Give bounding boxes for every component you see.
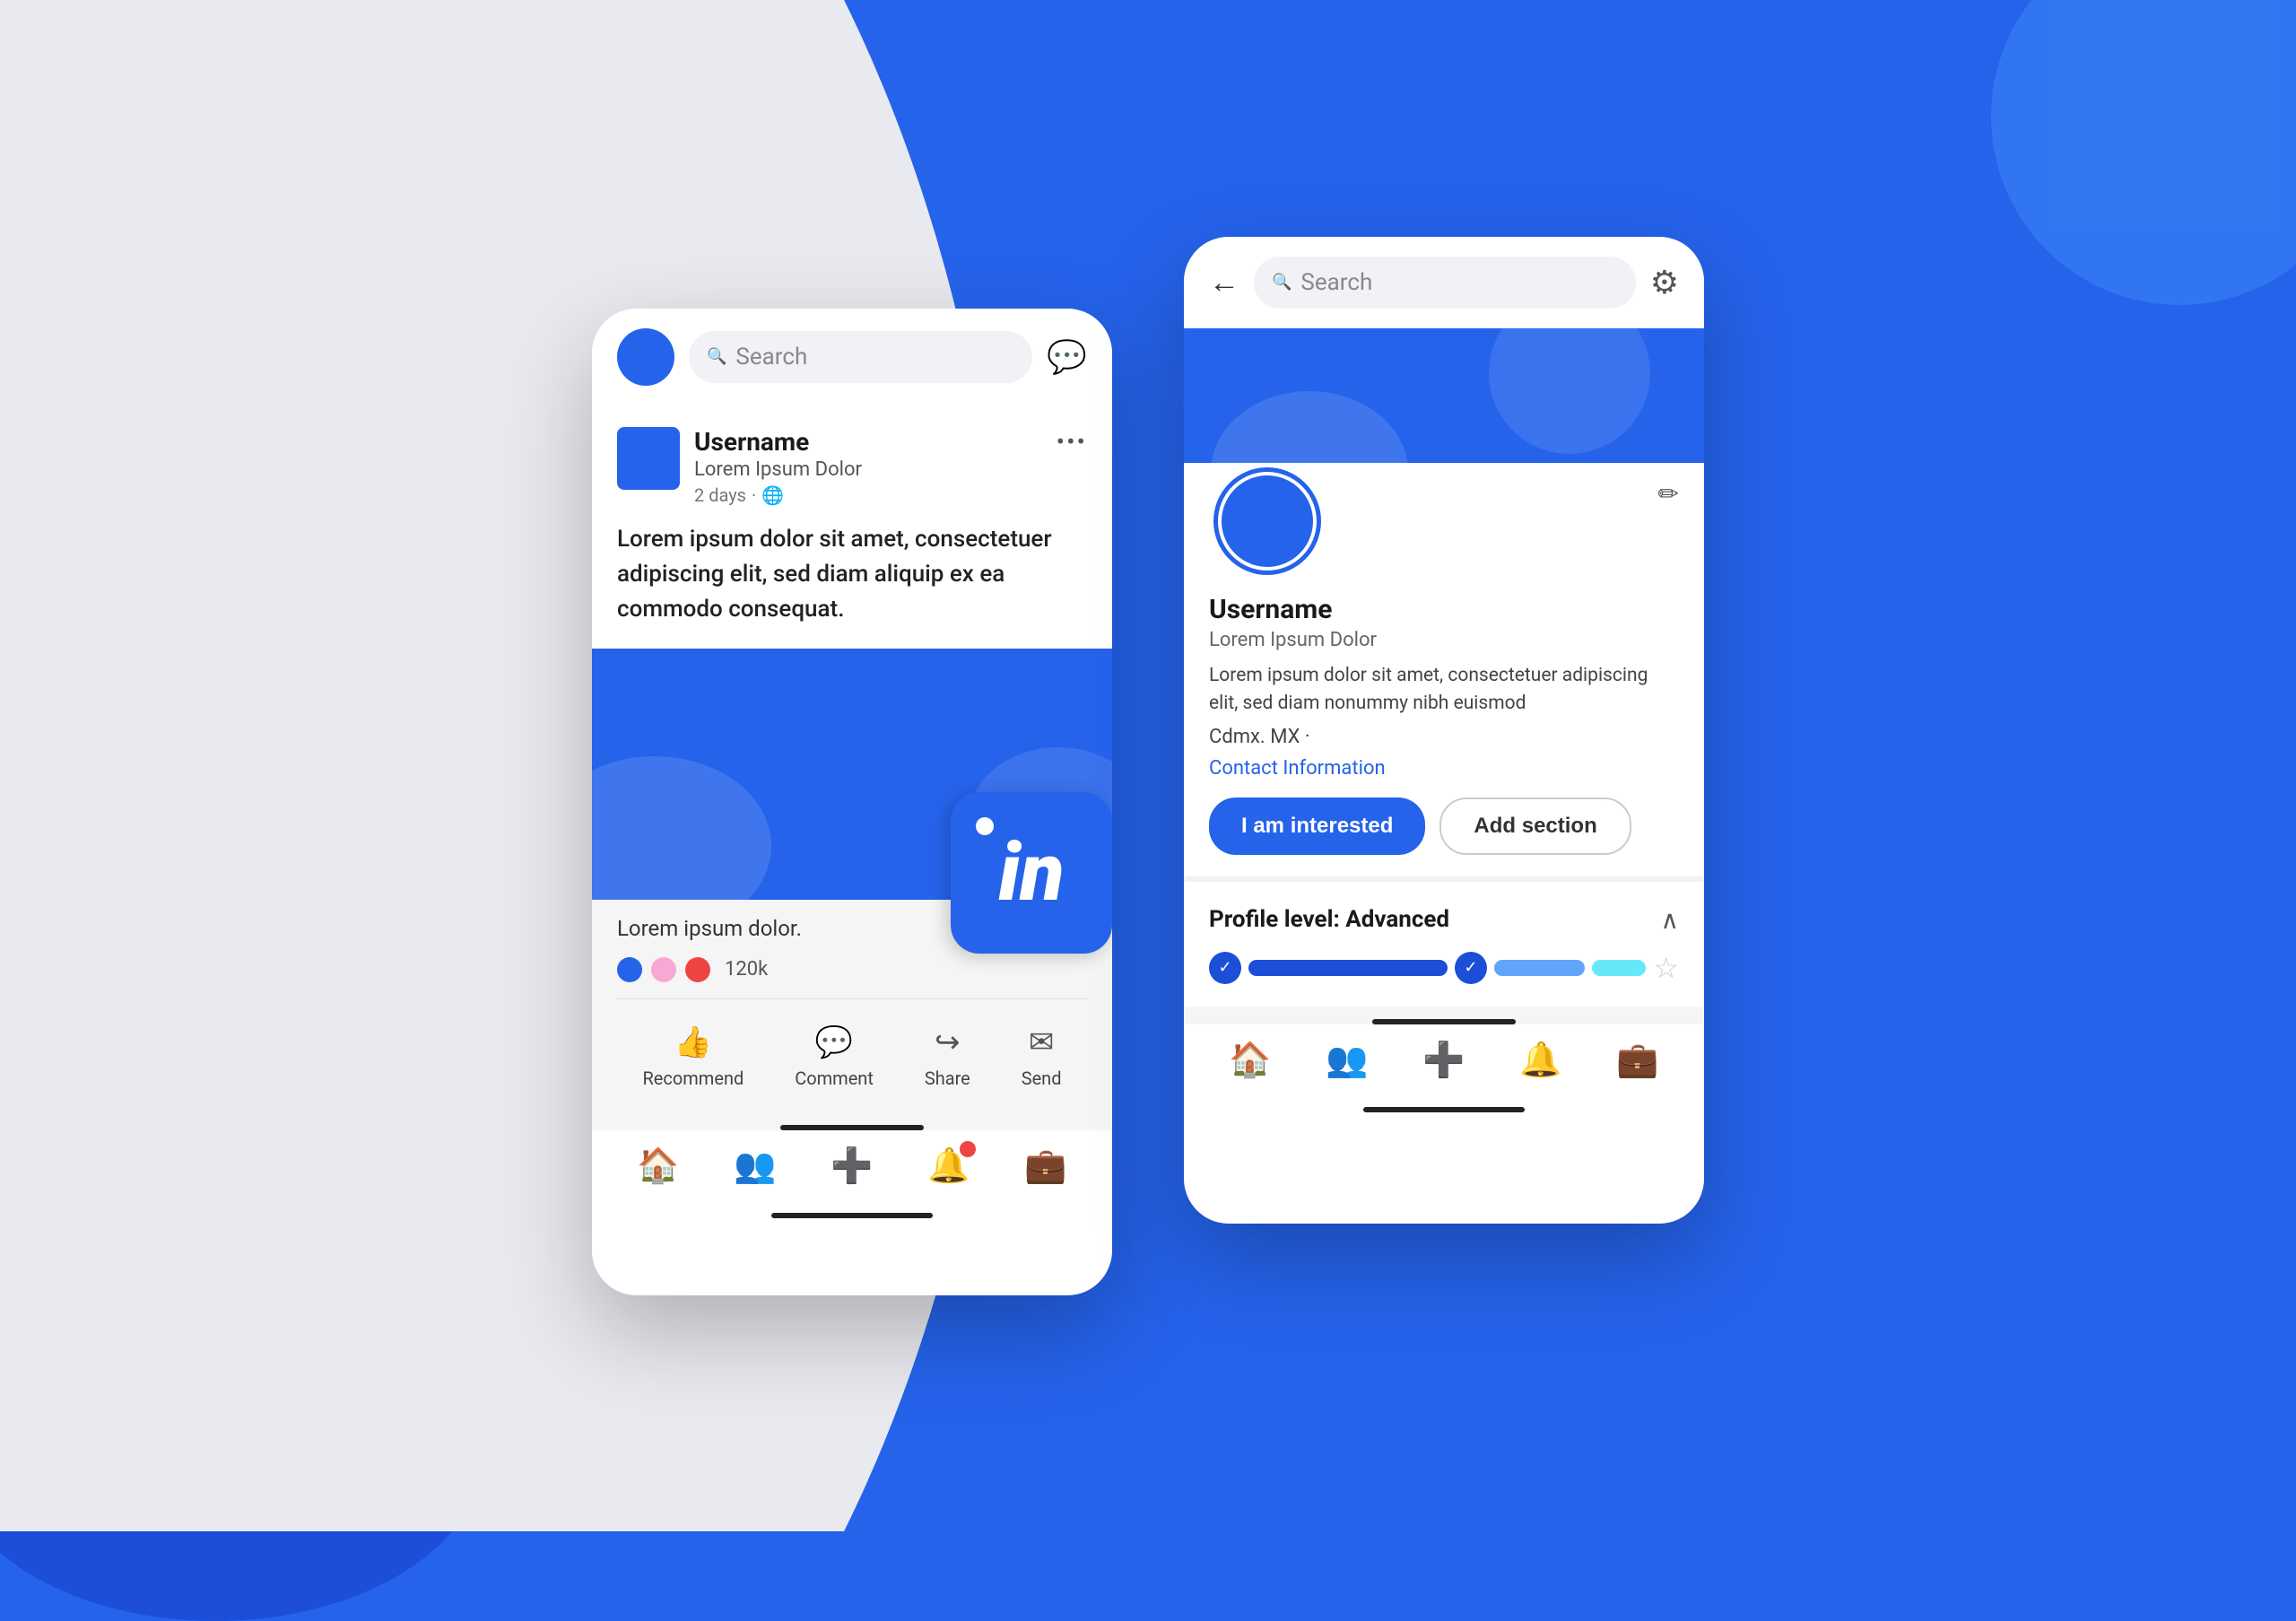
profile-top-bar: ← 🔍 Search ⚙ (1184, 237, 1704, 328)
send-icon: ✉ (1029, 1024, 1055, 1060)
profile-level-header: Profile level: Advanced ∧ (1209, 905, 1679, 935)
share-icon: ↪ (935, 1024, 961, 1060)
reaction-count: 120k (725, 958, 768, 980)
profile-bottom-nav: 🏠 👥 ➕ 🔔 💼 (1184, 1024, 1704, 1089)
profile-home-icon: 🏠 (1229, 1041, 1271, 1080)
profile-add-icon: ➕ (1422, 1041, 1465, 1080)
reaction-dot-pink (651, 957, 676, 982)
feed-top-bar: 🔍 Search 💬 (592, 309, 1112, 405)
comment-label: Comment (795, 1068, 874, 1089)
profile-notifications-icon: 🔔 (1519, 1041, 1561, 1080)
phone-left: 🔍 Search 💬 Username Lorem Ipsum Dolor 2 … (592, 309, 1112, 1295)
profile-nav-home[interactable]: 🏠 (1229, 1041, 1271, 1080)
profile-search-placeholder: Search (1300, 269, 1372, 296)
profile-search-bar[interactable]: 🔍 Search (1254, 257, 1636, 309)
nav-add[interactable]: ➕ (831, 1146, 873, 1186)
post-time: 2 days · 🌐 (694, 484, 862, 506)
reactions-row: 120k (617, 957, 1087, 999)
linkedin-logo: in (951, 792, 1112, 954)
comment-button[interactable]: 💬 Comment (795, 1024, 874, 1089)
search-icon: 🔍 (707, 347, 726, 366)
post-text: Lorem ipsum dolor sit amet, consectetuer… (617, 522, 1087, 627)
profile-bio: Lorem ipsum dolor sit amet, consectetuer… (1209, 662, 1679, 719)
send-button[interactable]: ✉ Send (1022, 1024, 1062, 1089)
progress-check-1: ✓ (1209, 952, 1241, 984)
home-icon: 🏠 (637, 1146, 679, 1186)
post-image-wrapper: in (592, 649, 1112, 900)
interested-button[interactable]: I am interested (1209, 797, 1425, 855)
image-blob-1 (592, 756, 771, 900)
post-user-info: Username Lorem Ipsum Dolor 2 days · 🌐 (617, 427, 862, 506)
add-section-button[interactable]: Add section (1439, 797, 1631, 855)
profile-avatar (1209, 463, 1326, 580)
back-arrow-icon[interactable]: ← (1209, 265, 1239, 301)
profile-level-section: Profile level: Advanced ∧ ✓ ✓ ☆ (1184, 884, 1704, 1007)
profile-subtitle: Lorem Ipsum Dolor (1209, 629, 1679, 651)
profile-username: Username (1209, 594, 1679, 625)
post-user-details: Username Lorem Ipsum Dolor 2 days · 🌐 (694, 427, 862, 506)
settings-gear-icon[interactable]: ⚙ (1650, 264, 1679, 301)
action-buttons: 👍 Recommend 💬 Comment ↪ Share ✉ Send (617, 1017, 1087, 1096)
nav-notifications[interactable]: 🔔 (927, 1146, 970, 1186)
contact-info-link[interactable]: Contact Information (1209, 757, 1679, 780)
share-button[interactable]: ↪ Share (925, 1024, 970, 1089)
reaction-dot-red (685, 957, 710, 982)
nav-network[interactable]: 👥 (734, 1146, 776, 1186)
profile-location: Cdmx. MX · (1209, 726, 1679, 748)
profile-nav-network[interactable]: 👥 (1326, 1041, 1368, 1080)
progress-segment-light (1494, 960, 1585, 976)
profile-nav-notifications[interactable]: 🔔 (1519, 1041, 1561, 1080)
profile-search-icon: 🔍 (1272, 273, 1292, 292)
post-subtitle: Lorem Ipsum Dolor (694, 458, 862, 481)
linkedin-in-text: in (998, 832, 1064, 913)
profile-level-title: Profile level: Advanced (1209, 906, 1449, 933)
section-divider (1184, 876, 1704, 882)
post-header: Username Lorem Ipsum Dolor 2 days · 🌐 ••… (617, 427, 1087, 506)
progress-star-icon: ☆ (1653, 951, 1679, 985)
feed-search-bar[interactable]: 🔍 Search (689, 331, 1032, 383)
recommend-button[interactable]: 👍 Recommend (642, 1024, 744, 1089)
profile-nav-add[interactable]: ➕ (1422, 1041, 1465, 1080)
reaction-dot-blue (617, 957, 642, 982)
user-avatar[interactable] (617, 328, 674, 386)
jobs-icon: 💼 (1024, 1146, 1066, 1186)
recommend-icon: 👍 (674, 1024, 712, 1060)
feed-bottom-nav: 🏠 👥 ➕ 🔔 💼 (592, 1130, 1112, 1195)
bottom-home-indicator (771, 1213, 933, 1218)
collapse-chevron-icon[interactable]: ∧ (1661, 905, 1680, 935)
edit-pencil-icon[interactable]: ✏ (1658, 479, 1679, 509)
progress-segment-dark (1248, 960, 1448, 976)
send-label: Send (1022, 1068, 1062, 1089)
profile-avatar-wrapper: ✏ (1209, 463, 1679, 580)
share-label: Share (925, 1068, 970, 1089)
progress-check-2: ✓ (1455, 952, 1487, 984)
notification-badge (960, 1141, 976, 1157)
profile-jobs-icon: 💼 (1616, 1041, 1658, 1080)
add-icon: ➕ (831, 1146, 873, 1186)
bg-blob-top-right (1991, 0, 2296, 305)
feed-search-placeholder: Search (735, 344, 807, 370)
more-options-icon[interactable]: ••• (1057, 427, 1087, 457)
progress-segment-cyan (1592, 960, 1647, 976)
post-username: Username (694, 427, 862, 457)
cover-blob-2 (1489, 328, 1650, 454)
post-avatar (617, 427, 680, 490)
profile-bottom-home-indicator (1363, 1107, 1525, 1112)
nav-jobs[interactable]: 💼 (1024, 1146, 1066, 1186)
profile-nav-jobs[interactable]: 💼 (1616, 1041, 1658, 1080)
main-container: 🔍 Search 💬 Username Lorem Ipsum Dolor 2 … (592, 237, 1704, 1295)
profile-action-buttons: I am interested Add section (1209, 797, 1679, 855)
progress-bar: ✓ ✓ ☆ (1209, 951, 1679, 985)
comment-icon: 💬 (815, 1024, 853, 1060)
profile-section: ✏ Username Lorem Ipsum Dolor Lorem ipsum… (1184, 463, 1704, 876)
profile-network-icon: 👥 (1326, 1041, 1368, 1080)
profile-avatar-ring (1218, 472, 1317, 571)
network-icon: 👥 (734, 1146, 776, 1186)
post-card: Username Lorem Ipsum Dolor 2 days · 🌐 ••… (592, 405, 1112, 649)
recommend-label: Recommend (642, 1068, 744, 1089)
phone-right: ← 🔍 Search ⚙ ✏ Username Lorem Ipsum Dolo… (1184, 237, 1704, 1224)
linkedin-dot (976, 817, 994, 835)
nav-home[interactable]: 🏠 (637, 1146, 679, 1186)
message-icon[interactable]: 💬 (1047, 338, 1087, 376)
